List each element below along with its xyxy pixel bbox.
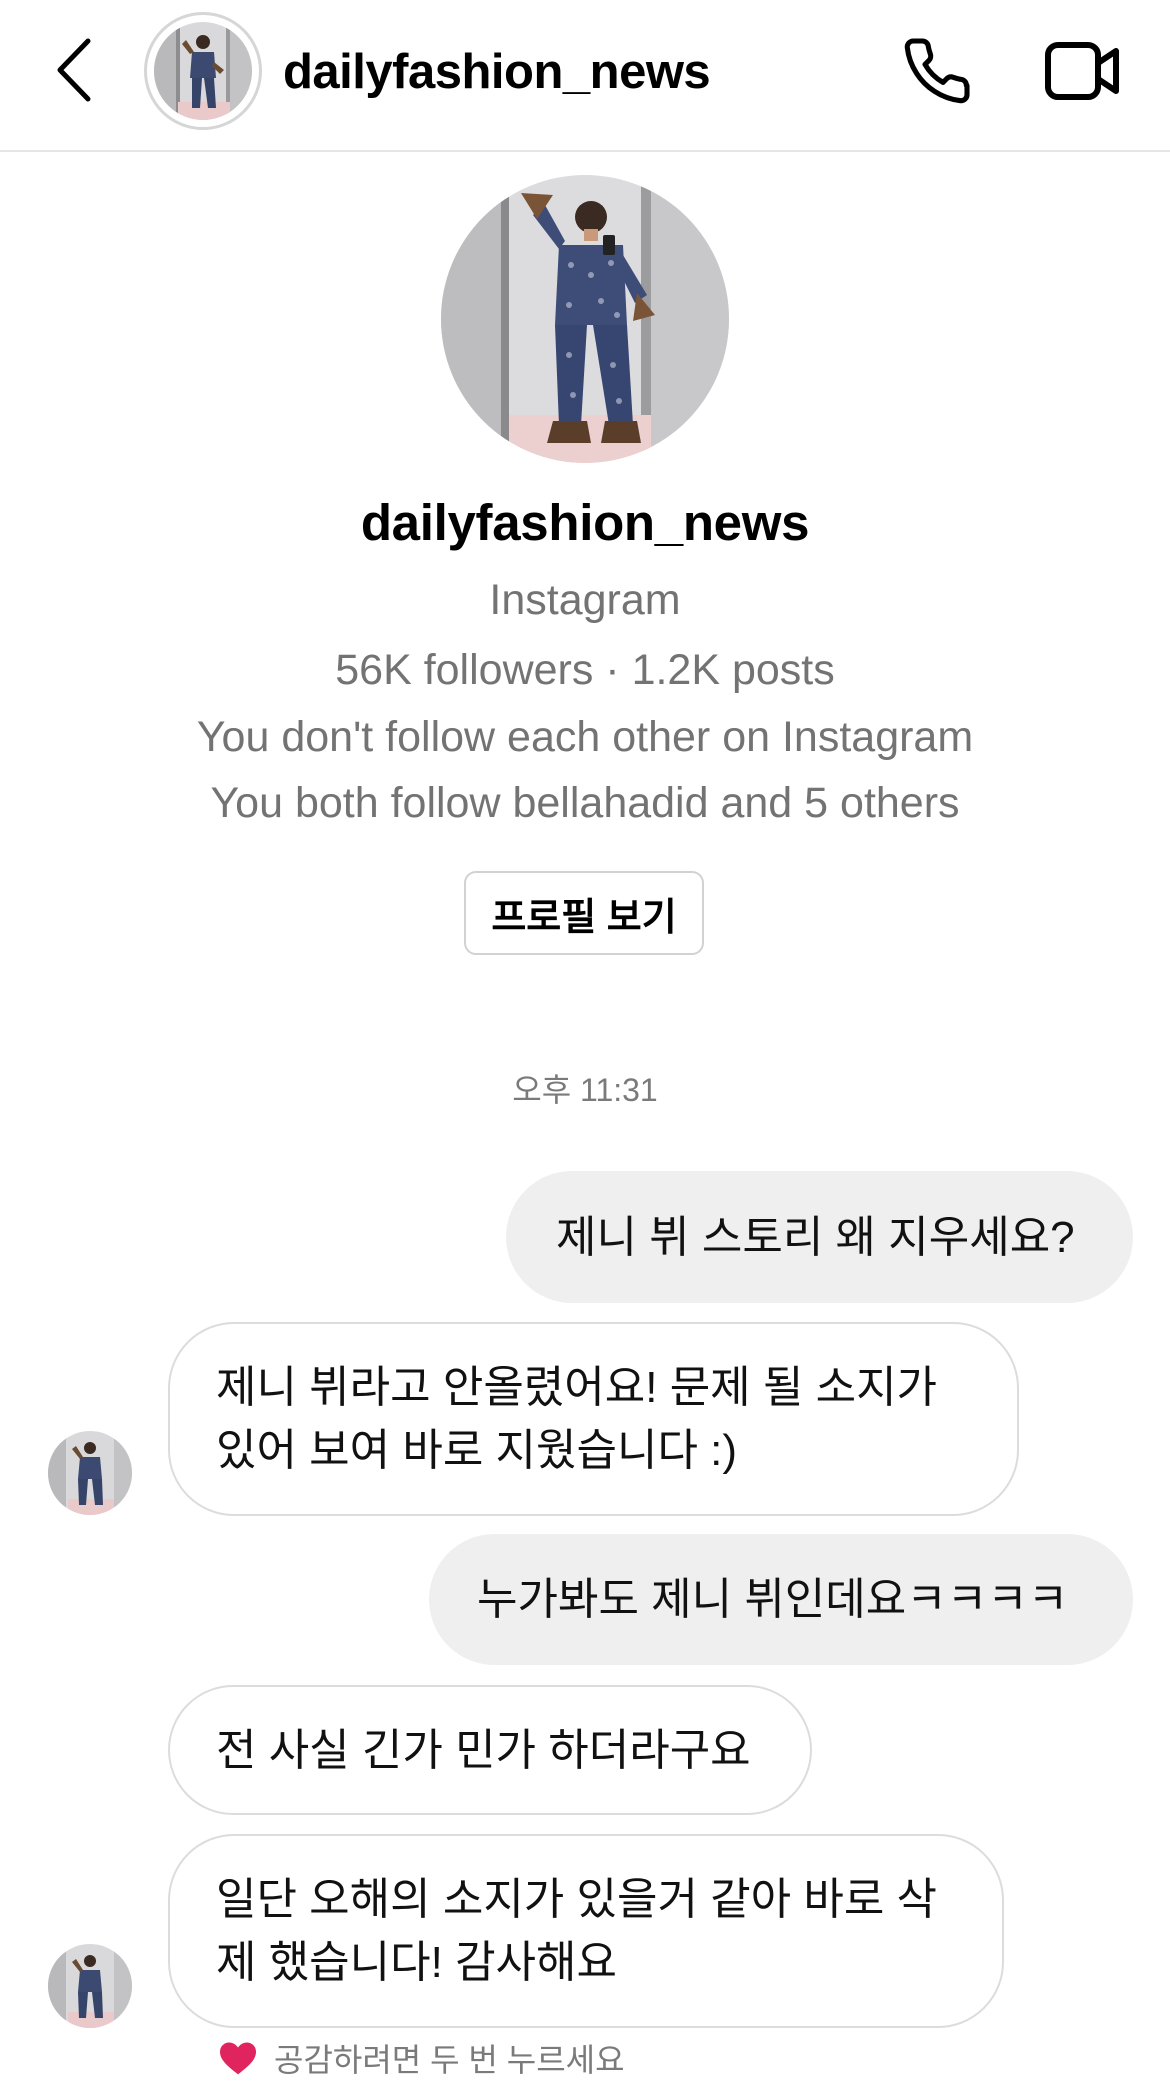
message-text: 누가봐도 제니 뷔인데요ㅋㅋㅋㅋ <box>477 1575 1069 1624</box>
reaction-hint-text: 공감하려면 두 번 누르세요 <box>274 2042 625 2078</box>
chevron-left-icon <box>57 38 91 102</box>
incoming-message[interactable]: 일단 오해의 소지가 있을거 같아 바로 삭 제 했습니다! 감사해요 <box>168 1834 1004 2028</box>
video-call-button[interactable] <box>1040 30 1126 112</box>
sender-avatar[interactable] <box>48 1431 132 1515</box>
profile-photo <box>441 175 729 463</box>
back-button[interactable] <box>44 30 104 110</box>
sender-avatar[interactable] <box>48 1944 132 2028</box>
outgoing-message[interactable]: 제니 뷔 스토리 왜 지우세요? <box>506 1171 1133 1303</box>
audio-call-button[interactable] <box>896 30 978 112</box>
view-profile-button[interactable]: 프로필 보기 <box>464 871 704 955</box>
mutual-followers: You both follow bellahadid and 5 others <box>210 779 960 827</box>
profile-username: dailyfashion_news <box>360 494 810 551</box>
profile-avatar[interactable] <box>441 175 729 463</box>
avatar-photo <box>154 22 252 120</box>
profile-stats: 56K followers · 1.2K posts <box>335 646 835 694</box>
avatar-photo <box>48 1431 132 1515</box>
message-text: 일단 오해의 소지가 있을거 같아 바로 삭 제 했습니다! 감사해요 <box>216 1875 938 1987</box>
message-text: 제니 뷔 스토리 왜 지우세요? <box>556 1212 1075 1262</box>
outgoing-message[interactable]: 누가봐도 제니 뷔인데요ㅋㅋㅋㅋ <box>429 1534 1133 1665</box>
reaction-hint: 공감하려면 두 번 누르세요 <box>216 2036 625 2080</box>
message-timestamp: 오후 11:31 <box>512 1072 658 1108</box>
avatar-photo <box>48 1944 132 2028</box>
message-text: 제니 뷔라고 안올렸어요! 문제 될 소지가 있어 보여 바로 지웠습니다 :) <box>216 1363 938 1475</box>
message-text: 전 사실 긴가 민가 하더라구요 <box>216 1725 751 1775</box>
incoming-message[interactable]: 전 사실 긴가 민가 하더라구요 <box>168 1685 812 1815</box>
follow-status: You don't follow each other on Instagram <box>196 713 974 761</box>
header-avatar[interactable] <box>144 12 262 130</box>
heart-icon[interactable] <box>216 2036 260 2080</box>
video-camera-icon <box>1045 42 1119 100</box>
profile-platform: Instagram <box>489 576 681 624</box>
header-username[interactable]: dailyfashion_news <box>283 42 711 102</box>
phone-icon <box>904 38 970 104</box>
chat-header: dailyfashion_news <box>0 0 1170 152</box>
incoming-message[interactable]: 제니 뷔라고 안올렸어요! 문제 될 소지가 있어 보여 바로 지웠습니다 :) <box>168 1322 1019 1516</box>
